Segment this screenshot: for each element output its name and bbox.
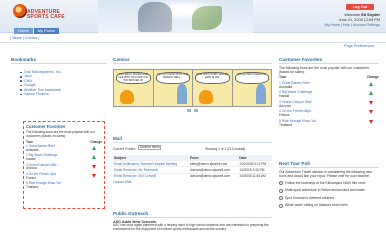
folder-label: Current Folder: [113,147,136,151]
divider [0,42,386,43]
customer-favorites-panel-dragged[interactable]: Customer Favorites The following tours a… [23,121,105,209]
poll-option[interactable]: White water rafting on Alaska's best riv… [279,203,379,208]
comics-panel: Comics THIS SMALL WOMAN FOR LIFE WHO TOL… [113,57,272,112]
cat-character [199,90,213,104]
speech-bubble: COULD WAS A WALRUS? [234,72,269,84]
trend-up-icon [369,81,373,86]
man-character [256,84,266,104]
comic-prev-icon[interactable] [187,109,191,112]
favorite-row: 5 Ride through Khao Yai Thailand [279,119,379,127]
comic-next-icon[interactable] [194,109,198,112]
radio-button[interactable] [279,196,283,201]
date-time: June 21, 2008 12:09 PM [338,18,380,22]
favorite-row: 3 Grand Canyon Hike Arizona [26,163,102,172]
comic-panel: NOW SHE'S HAPPY AND MY DATE IS OFF [193,70,233,106]
cat-character [120,90,134,104]
folder-select[interactable]: Deleted Items [138,145,161,150]
comic-panel: THIS SMALL WOMAN FOR LIFE WHO TOLD HER Y… [114,70,154,106]
comics-title: Comics [113,57,130,62]
welcome-user: Ed Snyder [361,13,380,17]
speech-bubble: THIS SMALL WOMAN FOR LIFE WHO TOLD HER Y… [116,72,151,84]
launch-mail-link[interactable]: Launch Mail [113,180,272,184]
favorite-row: 2 Big Wave Challenge Hawaii [26,154,102,162]
mail-table: Subject From Date Email Notification: St… [113,155,272,179]
logo-emblem-icon [13,4,27,18]
header: ADVENTURE SPORTS CAFE Log Out Welcome Ed… [0,0,386,34]
poll-option[interactable]: Spot Komodo's riverbed wearers [279,196,379,201]
favorites-title: Customer Favorites [279,57,323,62]
tab-home[interactable]: Home [14,28,33,34]
outreach-text: ASC has once again partnered with a help… [113,223,269,231]
hero-foliage [192,6,222,30]
trend-up-icon [92,146,96,151]
speech-bubble: NOW SHE'S HAPPY AND MY DATE IS OFF [195,72,230,84]
man-character [177,84,187,104]
bookmarks-title: Bookmarks [11,57,37,62]
bookmarks-panel: Bookmarks Oral Microsystems, Inc. Java C… [11,57,107,96]
trend-up-icon [92,155,96,160]
comic-nav [113,109,272,112]
table-row[interactable]: Email Reminder: 400 Conveill duncan@demo… [113,172,272,179]
mail-paging[interactable]: Showing 1 of 1 (213 unread) [205,147,245,151]
bookmark-link[interactable]: Yahoo! Finance [20,92,107,96]
trend-down-icon [92,164,96,169]
favorite-row: 1 Great Barrier Reef Australia [279,81,379,89]
main-nav: Home My Portal [14,28,60,34]
favorites-description: The following tours are the most popular… [26,130,95,138]
speech-bubble: DO YOU KNOW WHAT THIS MEANS? WELL... [155,72,190,84]
poll-option[interactable]: Follow the footsteps of the Kilimanjaro … [279,181,379,186]
radio-button[interactable] [279,203,283,208]
customer-favorites-panel: Customer Favorites The following tours a… [279,57,379,127]
bookmarks-list: Oral Microsystems, Inc. Java CNN Google … [11,70,107,96]
favorite-row: 4 Go the French Alps France [26,172,102,181]
logout-button[interactable]: Log Out [346,4,374,10]
favorites-title: Customer Favorites [26,124,66,129]
poll-option[interactable]: Multi-sport adventure in Belize across l… [279,188,379,193]
favorite-row: 1 Great Barrier Reef Australia [26,144,102,153]
comic-strip: THIS SMALL WOMAN FOR LIFE WHO TOLD HER Y… [113,69,272,107]
trend-down-icon [369,119,373,124]
welcome-text: Welcome Ed Snyder [344,13,380,17]
radio-button[interactable] [279,181,283,186]
radio-button[interactable] [279,188,283,193]
poll-text: Our Adventure Travel division is conside… [279,170,372,178]
favorites-description: The following tours are the most popular… [279,66,369,74]
trend-down-icon [92,173,96,178]
hero-image [98,0,253,33]
favorite-row: 3 Grand Canyon Hike Arizona [279,100,379,108]
poll-title: Next Tour Poll [279,161,310,166]
comic-panel: DO YOU KNOW WHAT THIS MEANS? WELL... [153,70,193,106]
favorite-row: 2 Big Wave Challenge Hawaii [279,90,379,98]
user-links[interactable]: My Home | Help | Account Settings [284,23,380,27]
trend-down-icon [369,100,373,105]
logo-line2: SPORTS CAFE [27,14,65,20]
outreach-title: Public Outreach [113,211,149,216]
favorite-row: 4 Go the French Alps France [279,109,379,117]
comic-panel: COULD WAS A WALRUS? [232,70,271,106]
tab-my-portal[interactable]: My Portal [33,28,59,34]
outreach-panel: Public Outreach ASC Adds New Schools ASC… [113,211,272,232]
mail-panel: Mail Current Folder: Deleted Items Showi… [113,136,272,184]
page-preferences-link[interactable]: Page Preferences [344,44,374,48]
hero-person [138,2,172,32]
favorite-row: 5 Ride through Khao Yai Thailand [26,180,61,189]
trend-down-icon [369,110,373,115]
trend-up-icon [369,91,373,96]
poll-panel: Next Tour Poll Our Adventure Travel divi… [279,161,379,208]
site-logo[interactable]: ADVENTURE SPORTS CAFE [13,2,103,26]
mail-title: Mail [113,136,122,141]
